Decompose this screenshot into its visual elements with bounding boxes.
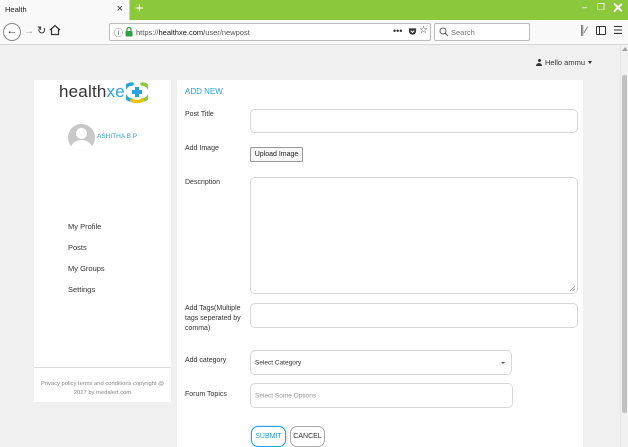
post-title-input[interactable] — [250, 109, 578, 133]
vertical-scrollbar[interactable] — [620, 45, 628, 447]
user-name[interactable]: ASHITHA B P — [97, 133, 137, 140]
description-textarea[interactable] — [250, 177, 578, 294]
search-placeholder: Search — [451, 28, 475, 37]
avatar — [68, 124, 95, 151]
forward-arrow-icon[interactable]: → — [24, 26, 34, 37]
url-text[interactable]: https://healthxe.com/user/newpost — [136, 28, 250, 37]
page-actions-icon[interactable]: ••• — [393, 26, 402, 36]
browser-tab[interactable]: Health × — [0, 0, 130, 20]
sidebar-item-my-groups[interactable]: My Groups — [68, 264, 105, 285]
browser-tab-bar: Health × + – ❐ — [0, 0, 628, 20]
user-menu[interactable]: Hello ammu — [536, 58, 593, 67]
divider — [34, 367, 171, 368]
maximize-icon[interactable]: ❐ — [597, 2, 605, 13]
user-icon — [536, 59, 542, 66]
bookmark-star-icon[interactable]: ☆ — [419, 25, 428, 36]
scroll-up-arrow-icon[interactable] — [622, 47, 628, 51]
upload-image-button[interactable]: Upload Image — [250, 147, 303, 162]
menu-icon[interactable]: ☰ — [613, 24, 623, 37]
tab-title: Health — [5, 5, 27, 14]
forum-topics-label: Forum Topics — [185, 391, 227, 398]
tags-label: Add Tags(Multiple tags seperated by comm… — [185, 305, 241, 332]
browser-nav-bar: ← → ↻ ⓘ https://healthxe.com/user/newpos… — [0, 20, 628, 45]
tab-close-icon[interactable]: × — [117, 3, 123, 15]
logo[interactable]: health xe — [59, 81, 148, 103]
post-title-label: Post Title — [185, 111, 214, 118]
page-content: Hello ammu health xe ASHITHA B P My Profi… — [0, 45, 620, 447]
sidebar-icon[interactable] — [596, 26, 606, 35]
forum-topics-select[interactable]: Select Some Options — [250, 383, 513, 408]
sidebar-item-posts[interactable]: Posts — [68, 243, 105, 264]
greeting-text: Hello ammu — [545, 58, 586, 67]
add-image-label: Add Image — [185, 145, 219, 152]
category-selected: Select Category — [255, 359, 302, 366]
url-bar[interactable]: ⓘ https://healthxe.com/user/newpost ••• … — [109, 23, 431, 41]
submit-button[interactable]: SUBMIT — [251, 426, 286, 447]
sidebar-footer: Privacy policy terms and conditions copy… — [40, 381, 165, 396]
reload-icon[interactable]: ↻ — [37, 24, 46, 37]
lock-icon — [125, 26, 133, 37]
sidebar-menu: My Profile Posts My Groups Settings — [68, 222, 105, 306]
back-arrow-icon[interactable]: ← — [3, 23, 21, 41]
home-icon[interactable] — [49, 24, 61, 38]
library-icon[interactable]: ║⁄ — [579, 25, 587, 35]
search-bar[interactable]: Search — [434, 23, 530, 41]
chevron-down-icon — [501, 362, 505, 364]
info-icon[interactable]: ⓘ — [114, 26, 123, 39]
pocket-icon[interactable] — [408, 27, 417, 36]
sidebar-item-settings[interactable]: Settings — [68, 285, 105, 306]
tags-input[interactable] — [250, 303, 578, 328]
category-select[interactable]: Select Category — [250, 350, 512, 375]
scrollbar-thumb[interactable] — [622, 75, 627, 413]
new-tab-icon[interactable]: + — [135, 1, 144, 17]
logo-mark-icon — [125, 82, 148, 103]
cancel-button[interactable]: CANCEL — [290, 426, 325, 447]
logo-text-xe: xe — [106, 82, 125, 101]
logo-text-health: health — [59, 82, 107, 101]
new-post-form: ADD NEW Post Title Add Image Upload Imag… — [177, 80, 583, 447]
minimize-icon[interactable]: – — [582, 2, 587, 12]
window-close-icon[interactable] — [613, 3, 622, 12]
category-label: Add category — [185, 357, 227, 364]
sidebar-item-my-profile[interactable]: My Profile — [68, 222, 105, 243]
search-icon — [439, 27, 449, 37]
sidebar: health xe ASHITHA B P My Profile Posts My… — [34, 80, 171, 402]
forum-topics-placeholder: Select Some Options — [255, 392, 317, 399]
form-title: ADD NEW — [185, 87, 223, 96]
chevron-down-icon — [588, 61, 593, 64]
resize-grip-icon[interactable] — [569, 285, 575, 291]
description-label: Description — [185, 179, 221, 186]
